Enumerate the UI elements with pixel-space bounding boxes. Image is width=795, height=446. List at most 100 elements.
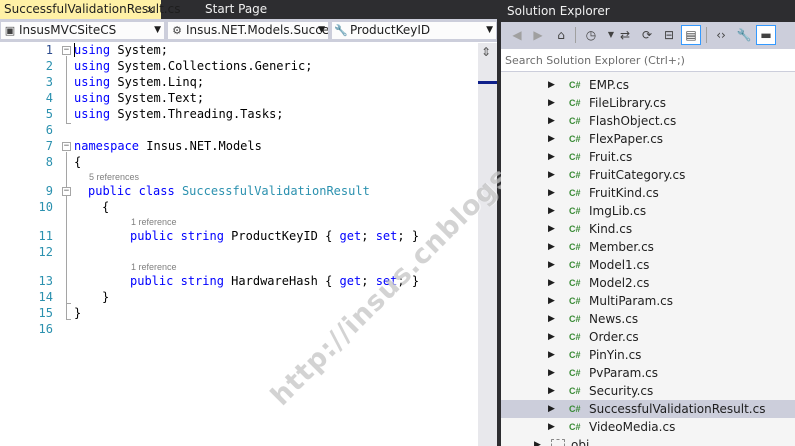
code-line: 2 using System.Collections.Generic; [0,58,478,74]
expand-arrow-icon[interactable]: ▶ [548,346,555,364]
expand-arrow-icon[interactable]: ▶ [548,238,555,256]
expand-arrow-icon[interactable]: ▶ [548,310,555,328]
expand-arrow-icon[interactable]: ▶ [548,184,555,202]
back-icon[interactable]: ◀ [507,25,527,45]
tree-item-label: VideoMedia.cs [589,420,676,434]
tree-item[interactable]: ▶ C# FruitKind.cs [501,184,795,202]
collapse-icon[interactable]: ⊟ [659,25,679,45]
refresh-icon[interactable]: ⟳ [637,25,657,45]
tree-item[interactable]: ▶ C# MultiParam.cs [501,292,795,310]
tree-item[interactable]: ▶ C# EMP.cs [501,76,795,94]
tree-item[interactable]: ▶ C# VideoMedia.cs [501,418,795,436]
csharp-file-icon: C# [569,242,581,252]
view-code-icon[interactable]: ‹› [711,25,731,45]
expand-arrow-icon[interactable]: ▶ [548,202,555,220]
tree-item[interactable]: ▶ C# Model1.cs [501,256,795,274]
tree-item[interactable]: ▶ C# FlexPaper.cs [501,130,795,148]
code-line: 11 public string ProductKeyID { get; set… [0,228,478,244]
document-tab-bar: SuccessfulValidationResult.cs × Start Pa… [0,0,497,19]
codelens-references[interactable]: 1 reference [131,260,177,274]
tree-item[interactable]: ▶ C# News.cs [501,310,795,328]
code-text: { [74,155,82,169]
expand-arrow-icon[interactable]: ▶ [548,148,555,166]
expand-arrow-icon[interactable]: ▶ [534,436,541,446]
keyword: class [138,184,175,198]
history-icon[interactable]: ◷ [581,25,601,45]
expand-arrow-icon[interactable]: ▶ [548,130,555,148]
tree-folder-obj[interactable]: ▶ obj [501,436,795,446]
tree-item[interactable]: ▶ C# FileLibrary.cs [501,94,795,112]
expand-arrow-icon[interactable]: ▶ [548,76,555,94]
code-line: 7 namespace Insus.NET.Models [0,138,478,154]
project-dropdown[interactable]: ▣ InsusMVCSiteCS ▼ [0,21,165,40]
csharp-file-icon: C# [569,116,581,126]
keyword: get [339,229,362,243]
code-line: 1 using System; [0,42,478,58]
expand-arrow-icon[interactable]: ▶ [548,94,555,112]
csharp-project-icon: ▣ [4,24,16,37]
show-all-files-icon[interactable]: ▤ [681,25,701,45]
expand-arrow-icon[interactable]: ▶ [548,220,555,238]
preview-icon[interactable]: ▬ [756,25,776,45]
tab-successful-validation-result[interactable]: SuccessfulValidationResult.cs × [0,0,180,19]
tree-item[interactable]: ▶ C# Kind.cs [501,220,795,238]
tab-start-page[interactable]: Start Page [201,0,297,19]
keyword: using [74,59,111,73]
expand-arrow-icon[interactable]: ▶ [548,418,555,436]
tree-item-label: PinYin.cs [589,348,642,362]
expand-arrow-icon[interactable]: ▶ [548,364,555,382]
search-input[interactable] [505,52,791,68]
expand-arrow-icon[interactable]: ▶ [548,166,555,184]
csharp-file-icon: C# [569,188,581,198]
expand-arrow-icon[interactable]: ▶ [548,382,555,400]
code-editor: SuccessfulValidationResult.cs × Start Pa… [0,0,570,446]
tree-item-label: FlexPaper.cs [589,132,664,146]
line-number: 9 [45,184,53,198]
tree-item[interactable]: ▶ C# Order.cs [501,328,795,346]
line-number: 15 [38,306,53,320]
class-dropdown[interactable]: ⚙ Insus.NET.Models.Succe ▼ [167,21,329,40]
code-area[interactable]: − − − 1 using System; 2 using System.Col… [0,43,478,446]
line-number: 8 [45,155,53,169]
tree-item[interactable]: ▶ C# PinYin.cs [501,346,795,364]
properties-icon[interactable]: 🔧 [734,25,754,45]
expand-arrow-icon[interactable]: ▶ [548,328,555,346]
tree-item[interactable]: ▶ C# Security.cs [501,382,795,400]
sync-icon[interactable]: ⇄ [615,25,635,45]
file-tree: ▶ C# EMP.cs ▶ C# FileLibrary.cs ▶ C# FlashObject… [501,72,795,446]
codelens-references[interactable]: 1 reference [131,215,177,229]
forward-icon[interactable]: ▶ [528,25,548,45]
csharp-file-icon: C# [569,80,581,90]
tree-item[interactable]: ▶ C# Fruit.cs [501,148,795,166]
navigation-bar: ▣ InsusMVCSiteCS ▼ ⚙ Insus.NET.Models.Succ… [0,19,497,42]
tree-item[interactable]: ▶ C# FruitCategory.cs [501,166,795,184]
expand-arrow-icon[interactable]: ▶ [548,292,555,310]
tree-item-label: EMP.cs [589,78,629,92]
keyword: namespace [74,139,140,153]
keyword: using [74,43,111,57]
tree-item[interactable]: ▶ C# FlashObject.cs [501,112,795,130]
member-dropdown[interactable]: 🔧 ProductKeyID ▼ [331,21,497,40]
expand-arrow-icon[interactable]: ▶ [548,400,555,418]
tree-item-label: Kind.cs [589,222,633,236]
tree-item[interactable]: ▶ C# SuccessfulValidationResult.cs [501,400,795,418]
tree-item[interactable]: ▶ C# Model2.cs [501,274,795,292]
expand-arrow-icon[interactable]: ▶ [548,274,555,292]
expand-arrow-icon[interactable]: ▶ [548,256,555,274]
close-icon[interactable]: × [146,0,155,19]
codelens-references[interactable]: 5 references [89,170,139,184]
keyword: string [180,274,224,288]
split-window-icon[interactable]: ⇕ [481,45,491,59]
tree-item[interactable]: ▶ C# PvParam.cs [501,364,795,382]
expand-arrow-icon[interactable]: ▶ [548,112,555,130]
tree-item[interactable]: ▶ C# Member.cs [501,238,795,256]
code-line: 9 public class SuccessfulValidationResul… [0,183,478,199]
vertical-scrollbar[interactable]: ⇕ [478,43,497,446]
csharp-file-icon: C# [569,314,581,324]
home-icon[interactable]: ⌂ [551,25,571,45]
tree-item-label: SuccessfulValidationResult.cs [589,402,766,416]
line-number: 14 [38,290,53,304]
line-number: 2 [45,59,53,73]
tree-item[interactable]: ▶ C# ImgLib.cs [501,202,795,220]
chevron-down-icon: ▼ [486,25,493,35]
